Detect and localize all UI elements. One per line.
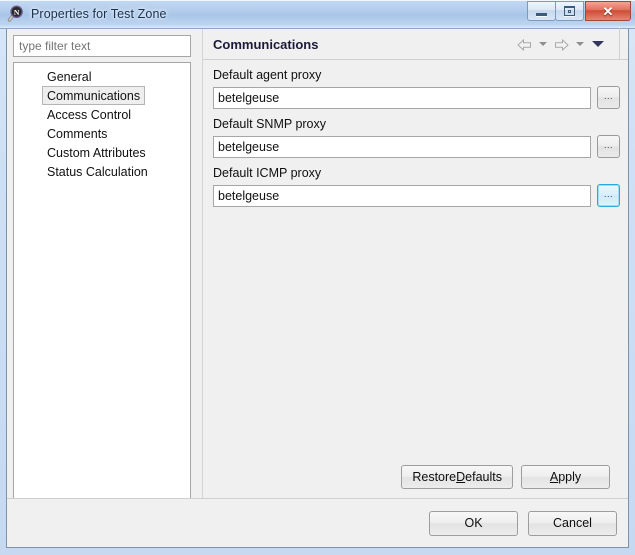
snmp-proxy-input[interactable]: [213, 135, 591, 158]
title-bar[interactable]: N Properties for Test Zone ✕: [0, 0, 635, 29]
cancel-button[interactable]: Cancel: [528, 510, 617, 536]
filter-input[interactable]: [13, 35, 191, 57]
tree-row: Status Calculation: [14, 162, 190, 181]
restore-icon: [564, 6, 575, 16]
arrow-right-icon: [554, 38, 569, 52]
tree-row: Access Control: [14, 105, 190, 124]
ellipsis-icon: ...: [603, 139, 613, 150]
property-page-pane: Communications Default agent proxy betel…: [202, 28, 628, 498]
view-menu-button[interactable]: [588, 35, 608, 53]
snmp-proxy-browse-button[interactable]: ...: [597, 135, 620, 158]
dialog-button-bar: OK Cancel: [7, 499, 628, 547]
back-button[interactable]: [514, 35, 534, 53]
forward-button[interactable]: [551, 35, 571, 53]
restore-defaults-button[interactable]: Restore Defaults: [401, 465, 513, 489]
minimize-button[interactable]: [527, 1, 556, 21]
tree-row: Communications: [14, 86, 190, 105]
restore-button[interactable]: [555, 1, 584, 21]
page-nav-tools: [514, 35, 622, 53]
close-button[interactable]: ✕: [585, 1, 631, 21]
field-row: ...: [213, 135, 620, 158]
dialog-client-area: General Communications Access Control Co…: [6, 28, 629, 548]
apply-mnemonic: A: [549, 470, 559, 484]
forward-history-button[interactable]: [573, 35, 586, 53]
field-label: Default SNMP proxy: [213, 117, 327, 131]
agent-proxy-browse-button[interactable]: ...: [597, 86, 620, 109]
sidebar-item-comments[interactable]: Comments: [42, 124, 112, 143]
agent-proxy-input[interactable]: [213, 86, 591, 109]
tree-row: Comments: [14, 124, 190, 143]
ellipsis-icon: ...: [603, 188, 613, 199]
restore-defaults-mnemonic: D: [456, 470, 466, 484]
apply-button[interactable]: Apply: [521, 465, 610, 489]
icmp-proxy-input[interactable]: [213, 184, 591, 207]
restore-defaults-label-tail: efaults: [465, 470, 502, 484]
ellipsis-icon: ...: [603, 90, 613, 101]
apply-label-tail: pply: [558, 470, 582, 484]
sidebar-item-status-calculation[interactable]: Status Calculation: [42, 162, 153, 181]
field-default-snmp-proxy: Default SNMP proxy ...: [213, 117, 620, 158]
back-history-button[interactable]: [536, 35, 549, 53]
header-divider: [619, 28, 620, 60]
field-default-agent-proxy: Default agent proxy ...: [213, 68, 620, 109]
restore-defaults-label-prefix: Restore: [412, 470, 457, 484]
sidebar-item-custom-attributes[interactable]: Custom Attributes: [42, 143, 151, 162]
chevron-down-icon: [538, 42, 547, 46]
dialog-body: General Communications Access Control Co…: [7, 28, 628, 498]
window-controls: ✕: [527, 1, 631, 21]
netxms-magnifier-icon: N: [7, 5, 25, 23]
navigation-pane: General Communications Access Control Co…: [7, 29, 197, 498]
properties-dialog-window: N Properties for Test Zone ✕ type filter…: [0, 0, 635, 555]
field-default-icmp-proxy: Default ICMP proxy ...: [213, 166, 620, 207]
icmp-proxy-browse-button[interactable]: ...: [597, 184, 620, 207]
sidebar-item-access-control[interactable]: Access Control: [42, 105, 136, 124]
chevron-down-icon: [575, 42, 584, 46]
tree-row: Custom Attributes: [14, 143, 190, 162]
page-header: Communications: [203, 28, 628, 60]
arrow-left-icon: [516, 38, 532, 52]
field-row: ...: [213, 184, 620, 207]
page-body: Default agent proxy ... Default SNMP pro…: [203, 60, 628, 465]
sidebar-item-general[interactable]: General: [42, 67, 96, 86]
chevron-down-icon: [592, 41, 604, 47]
field-label: Default agent proxy: [213, 68, 322, 82]
window-title: Properties for Test Zone: [31, 7, 167, 21]
sidebar-item-communications[interactable]: Communications: [42, 86, 146, 105]
svg-text:N: N: [14, 8, 20, 17]
tree-row: General: [14, 67, 190, 86]
page-button-row: Restore Defaults Apply: [203, 465, 628, 498]
field-row: ...: [213, 86, 620, 109]
close-icon: ✕: [602, 3, 614, 19]
field-label: Default ICMP proxy: [213, 166, 322, 180]
page-title: Communications: [213, 36, 319, 52]
page-tree[interactable]: General Communications Access Control Co…: [13, 62, 191, 498]
minimize-icon: [536, 12, 547, 16]
ok-button[interactable]: OK: [429, 510, 518, 536]
